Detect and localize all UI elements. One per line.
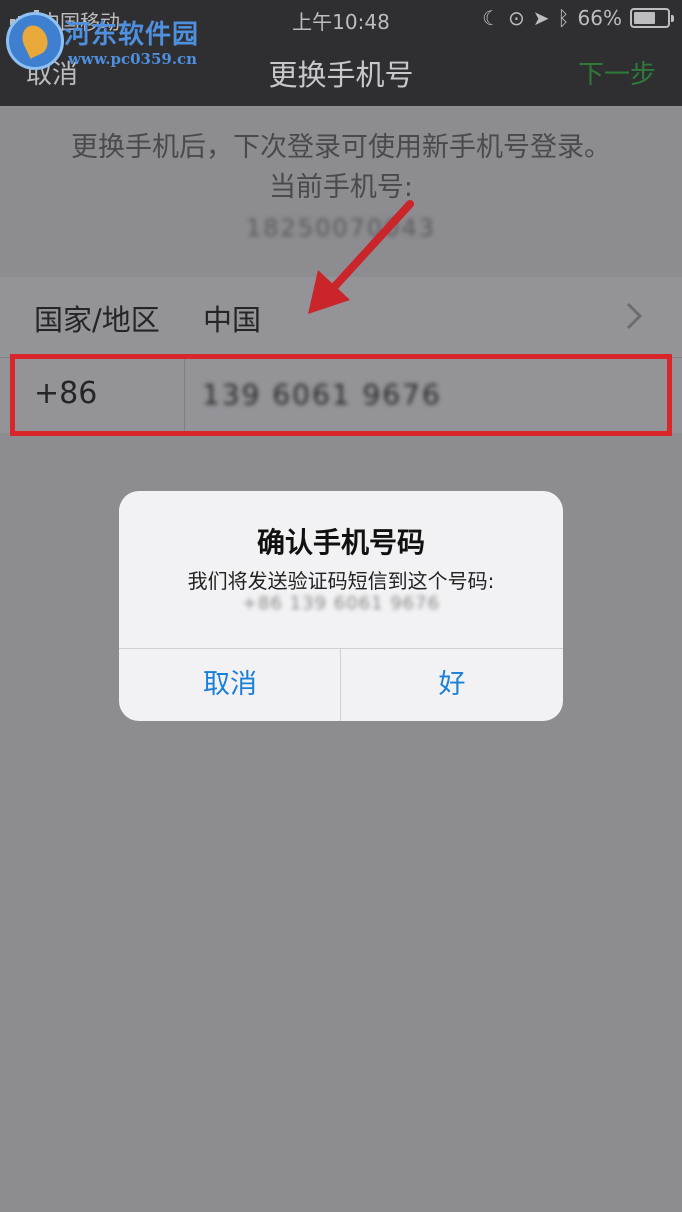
bluetooth-icon: ᛒ bbox=[557, 6, 570, 30]
moon-icon: ☾ bbox=[482, 6, 501, 30]
battery-percent: 66% bbox=[577, 6, 622, 30]
watermark-logo-icon bbox=[6, 12, 64, 70]
dialog-message: 我们将发送验证码短信到这个号码: bbox=[187, 569, 495, 593]
status-right: ☾ ⊙ ➤ ᛒ 66% bbox=[482, 6, 674, 30]
dialog-title: 确认手机号码 bbox=[256, 526, 425, 559]
battery-icon bbox=[630, 8, 674, 28]
watermark-url: www.pc0359.cn bbox=[68, 50, 198, 68]
dialog-ok-button[interactable]: 好 bbox=[341, 649, 563, 721]
dialog-cancel-button[interactable]: 取消 bbox=[119, 649, 341, 721]
highlight-box bbox=[10, 354, 672, 436]
info-text: 更换手机后，下次登录可使用新手机号登录。 bbox=[71, 132, 611, 163]
next-step-button[interactable]: 下一步 bbox=[578, 54, 656, 91]
country-value: 中国 bbox=[203, 303, 262, 337]
country-label: 国家/地区 bbox=[34, 303, 160, 337]
chevron-right-icon bbox=[626, 302, 643, 330]
annotation-arrow-icon bbox=[308, 200, 414, 314]
watermark: 河东软件园 www.pc0359.cn bbox=[6, 8, 206, 70]
dialog-number: +86 139 6061 9676 bbox=[241, 593, 441, 614]
watermark-title: 河东软件园 bbox=[64, 20, 200, 50]
confirm-dialog: 确认手机号码 我们将发送验证码短信到这个号码: +86 139 6061 967… bbox=[119, 491, 563, 721]
location-icon: ➤ bbox=[532, 6, 550, 30]
rotation-lock-icon: ⊙ bbox=[508, 6, 525, 30]
